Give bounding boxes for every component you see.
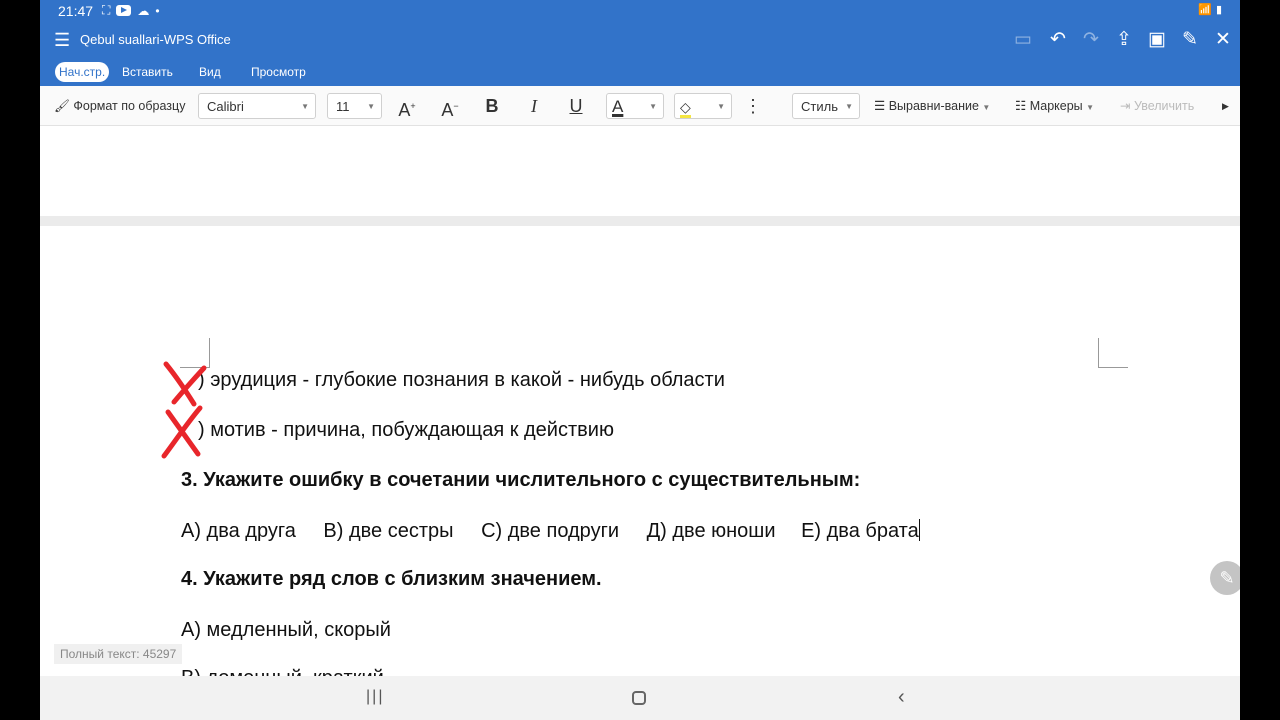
indent-icon: ⇥	[1120, 99, 1131, 113]
font-color-button[interactable]: A ▼	[606, 93, 664, 119]
highlight-icon: ◇	[680, 99, 691, 118]
toolbar: 🖌 Формат по образцу Calibri ▼ 11 ▼ A+ A−…	[40, 86, 1240, 126]
page-mode-icon[interactable]: ▣	[1144, 27, 1170, 53]
chevron-down-icon: ▼	[717, 102, 725, 111]
word-count: Полный текст: 45297	[54, 644, 183, 664]
align-button[interactable]: ☰ Выравни-вание ▼	[874, 93, 990, 119]
document-page[interactable]: ) эрудиция - глубокие познания в какой -…	[40, 226, 1240, 676]
close-icon[interactable]: ✕	[1210, 27, 1236, 53]
back-icon[interactable]: ‹	[898, 686, 905, 709]
document-title: Qebul suallari-WPS Office	[80, 32, 231, 47]
youtube-icon	[116, 5, 132, 16]
recent-apps-icon[interactable]: |||	[366, 688, 384, 706]
android-nav-bar: ||| ‹	[40, 676, 1240, 720]
font-size-value: 11	[336, 99, 350, 114]
answer-a: А) два друга	[181, 520, 296, 542]
status-bar: 21:47 ⛶ ☁ • 📶 ▮	[40, 0, 1240, 22]
format-painter-button[interactable]: 🖌 Формат по образцу	[54, 93, 185, 119]
indent-label: Увеличить	[1133, 99, 1195, 113]
format-painter-label: Формат по образцу	[73, 99, 186, 113]
title-bar: ☰ Qebul suallari-WPS Office ▭ ↶ ↷ ⇪ ▣ ✎ …	[40, 22, 1240, 58]
question-4-answer-b: В) доменный, краткий	[181, 667, 384, 676]
font-color-icon: A	[612, 97, 624, 116]
answer-c: С) две подруги	[481, 520, 620, 542]
question-4: 4. Укажите ряд слов с близким значением.	[181, 568, 602, 590]
redo-icon[interactable]: ↷	[1078, 27, 1104, 53]
font-size-select[interactable]: 11 ▼	[327, 93, 382, 119]
italic-icon[interactable]: I	[521, 93, 547, 119]
screenshot-icon: ⛶	[102, 3, 111, 17]
question-4-answer-a: А) медленный, скорый	[181, 619, 391, 641]
edit-fab-icon[interactable]: ✎	[1210, 561, 1240, 595]
decrease-font-icon[interactable]: A−	[437, 93, 463, 120]
tab-insert[interactable]: Вставить	[119, 62, 176, 82]
share-icon[interactable]: ⇪	[1111, 27, 1137, 53]
text-cursor	[918, 519, 921, 541]
align-icon: ☰	[874, 99, 886, 113]
dot-icon: •	[155, 3, 160, 18]
home-icon[interactable]	[632, 691, 646, 705]
cloud-icon: ☁	[137, 3, 150, 18]
margin-mark-left	[180, 338, 210, 368]
battery-icon: ▮	[1215, 4, 1222, 16]
chevron-down-icon: ▼	[845, 102, 853, 111]
chevron-down-icon: ▼	[301, 102, 309, 111]
font-value: Calibri	[207, 99, 244, 114]
align-label: Выравни-вание	[888, 99, 979, 113]
previous-page	[40, 126, 1240, 216]
list-icon: ☷	[1015, 99, 1027, 113]
question-3: 3. Укажите ошибку в сочетании числительн…	[181, 469, 861, 491]
tab-home[interactable]: Нач.стр.	[55, 62, 110, 82]
notification-icons: ⛶ ☁ •	[102, 3, 160, 18]
more-options-icon[interactable]: ⋮	[740, 93, 766, 119]
page-gap	[40, 216, 1240, 226]
tab-review[interactable]: Просмотр	[248, 62, 309, 82]
markers-button[interactable]: ☷ Маркеры ▼	[1015, 93, 1094, 119]
style-label: Стиль	[801, 99, 838, 114]
scroll-right-icon[interactable]: ▶	[1222, 93, 1229, 119]
chevron-down-icon: ▼	[1086, 103, 1095, 112]
chevron-down-icon: ▼	[982, 103, 991, 112]
menu-icon[interactable]: ☰	[54, 30, 70, 51]
highlight-button[interactable]: ◇ ▼	[674, 93, 732, 119]
answer-e: Е) два брата	[801, 520, 919, 542]
system-icons: 📶 ▮	[1198, 3, 1222, 16]
chevron-down-icon: ▼	[367, 102, 375, 111]
clock: 21:47	[58, 3, 94, 19]
chevron-down-icon: ▼	[649, 102, 657, 111]
indent-button[interactable]: ⇥ Увеличить	[1120, 93, 1194, 119]
increase-font-icon[interactable]: A+	[394, 93, 420, 120]
answer-d: Д) две юноши	[646, 520, 776, 542]
style-select[interactable]: Стиль ▼	[792, 93, 860, 119]
wifi-icon: 📶	[1198, 4, 1212, 16]
markers-label: Маркеры	[1029, 99, 1083, 113]
answer-b: В) две сестры	[323, 520, 454, 542]
question-3-answers: А) два друга В) две сестры С) две подруг…	[181, 519, 921, 543]
font-select[interactable]: Calibri ▼	[198, 93, 316, 119]
edit-icon[interactable]: ✎	[1177, 27, 1203, 53]
undo-icon[interactable]: ↶	[1045, 27, 1071, 53]
ribbon-tabs: Нач.стр. Вставить Вид Просмотр	[40, 58, 1240, 86]
paint-bucket-icon: 🖌	[54, 99, 70, 113]
bold-icon[interactable]: B	[479, 93, 505, 119]
save-icon[interactable]: ▭	[1010, 27, 1036, 53]
screen: 21:47 ⛶ ☁ • 📶 ▮ ☰ Qebul suallari-WPS Off…	[40, 0, 1240, 720]
underline-icon[interactable]: U	[563, 93, 589, 119]
tab-view[interactable]: Вид	[196, 62, 224, 82]
answer-line-1: ) эрудиция - глубокие познания в какой -…	[198, 369, 725, 391]
answer-line-2: ) мотив - причина, побуждающая к действи…	[198, 419, 614, 441]
margin-mark-right	[1098, 338, 1128, 368]
